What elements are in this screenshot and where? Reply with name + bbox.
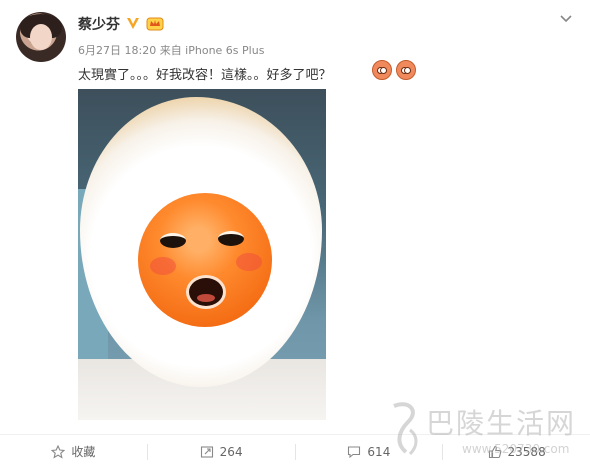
like-icon <box>488 445 501 458</box>
author-avatar[interactable] <box>16 12 66 62</box>
left-eye <box>160 233 186 248</box>
emoji-icon <box>372 60 392 80</box>
left-cheek <box>150 257 176 275</box>
like-count: 23588 <box>507 444 546 459</box>
comment-icon <box>348 445 361 458</box>
comment-count: 614 <box>367 444 391 459</box>
favorite-label: 收藏 <box>71 445 96 459</box>
repost-count: 264 <box>219 444 243 459</box>
post-photo[interactable] <box>78 89 326 420</box>
emoji-group <box>372 60 416 80</box>
post-text: 太現實了。。。好我改容！這樣。。好多了吧？ <box>78 68 332 83</box>
author-name[interactable]: 蔡少芬 <box>78 14 120 34</box>
fried-egg-mask <box>80 97 322 387</box>
favorite-button[interactable]: 收藏 <box>0 435 147 468</box>
chevron-down-icon[interactable] <box>558 10 574 26</box>
egg-yolk-face <box>138 193 272 327</box>
action-bar: 收藏 264 614 23588 <box>0 434 590 468</box>
post-meta: 6月27日 18:20 来自 iPhone 6s Plus <box>78 44 265 57</box>
like-button[interactable]: 23588 <box>443 435 590 468</box>
star-icon <box>51 444 66 459</box>
weibo-post-card: 蔡少芬 6月27日 18:20 来自 iPhone 6s Plus 太現實了。。… <box>0 0 590 468</box>
verified-v-icon <box>127 18 139 29</box>
vip-crown-icon[interactable] <box>146 15 164 31</box>
repost-button[interactable]: 264 <box>148 435 295 468</box>
avatar-face <box>30 24 52 50</box>
right-eye <box>218 231 244 246</box>
repost-icon <box>200 445 213 458</box>
right-cheek <box>236 253 262 271</box>
open-mouth <box>186 275 226 309</box>
emoji-icon <box>396 60 416 80</box>
comment-button[interactable]: 614 <box>296 435 443 468</box>
